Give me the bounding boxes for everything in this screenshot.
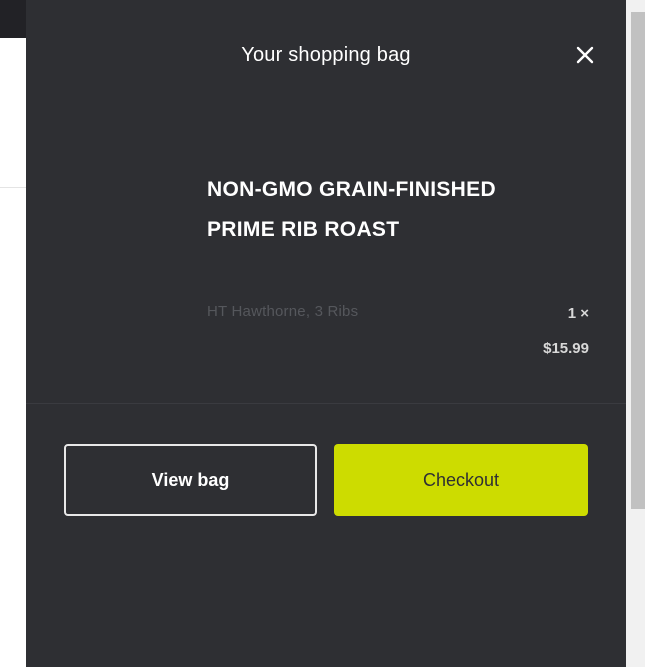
background-header <box>0 0 26 38</box>
background-divider <box>0 187 26 188</box>
product-price: $15.99 <box>543 340 589 357</box>
view-bag-button[interactable]: View bag <box>64 444 317 516</box>
drawer-header: Your shopping bag <box>26 0 626 110</box>
product-variant: HT Hawthorne, 3 Ribs <box>207 303 359 320</box>
close-icon <box>576 46 594 64</box>
scrollbar-thumb[interactable] <box>631 12 645 509</box>
product-quantity: 1 × <box>567 305 589 322</box>
drawer-divider <box>26 403 626 404</box>
scrollbar[interactable] <box>626 0 645 667</box>
close-button[interactable] <box>568 38 602 72</box>
product-name[interactable]: NON-GMO GRAIN-FINISHED PRIME RIB ROAST <box>207 170 507 250</box>
page: Your shopping bag NON-GMO GRAIN-FINISHED… <box>0 0 645 667</box>
shopping-bag-drawer: Your shopping bag NON-GMO GRAIN-FINISHED… <box>26 0 626 667</box>
product-image[interactable] <box>56 165 196 305</box>
drawer-title: Your shopping bag <box>241 44 411 66</box>
checkout-button[interactable]: Checkout <box>334 444 588 516</box>
cart-item: NON-GMO GRAIN-FINISHED PRIME RIB ROAST H… <box>26 155 626 400</box>
